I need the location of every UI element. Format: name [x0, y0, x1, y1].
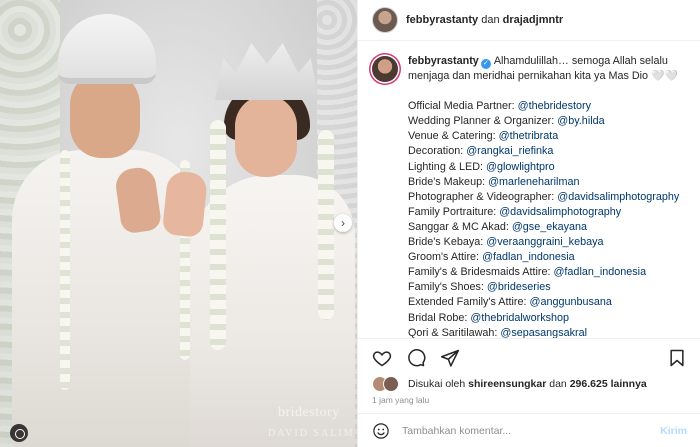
coauthor-username[interactable]: drajadjmntr: [503, 14, 564, 26]
likes-summary: Disukai oleh shireensungkar dan 296.625 …: [372, 376, 647, 392]
share-button[interactable]: [438, 346, 462, 370]
caption-credit-line: Sanggar & MC Akad: @gse_ekayana: [408, 220, 693, 235]
author-username[interactable]: febbyrastanty: [406, 14, 478, 26]
credit-label: Bride's Makeup:: [408, 175, 489, 188]
post-comment-button[interactable]: Kirim: [660, 425, 687, 437]
smiley-icon: [373, 422, 389, 439]
credit-label: Family's & Bridesmaids Attire:: [408, 266, 554, 279]
credit-handle-link[interactable]: @marleneharilman: [488, 176, 579, 188]
bride-face: [235, 95, 297, 177]
emoji-button[interactable]: [372, 422, 390, 440]
caption-credit-line: Photographer & Videographer: @davidsalim…: [408, 190, 693, 205]
credit-handle-link[interactable]: @davidsalimphotography: [499, 206, 621, 218]
caption-credit-line: Decoration: @rangkai_riefinka: [408, 144, 693, 159]
caption-credit-line: Wedding Planner & Organizer: @by.hilda: [408, 114, 693, 129]
credit-label: Family's Shoes:: [408, 281, 487, 294]
caption-credit-line: Bride's Makeup: @marleneharilman: [408, 175, 693, 190]
user-tag-icon[interactable]: [10, 424, 28, 442]
liker-avatar: [383, 376, 399, 392]
credit-handle-link[interactable]: @davidsalimphotography: [557, 191, 679, 203]
credit-handle-link[interactable]: @anggunbusana: [529, 296, 611, 308]
author-avatar[interactable]: [372, 7, 398, 33]
caption-credit-line: Family's & Bridesmaids Attire: @fadlan_i…: [408, 265, 693, 280]
credit-handle-link[interactable]: @fadlan_indonesia: [482, 251, 575, 263]
next-photo-button[interactable]: ›: [334, 214, 352, 232]
bride-hand: [161, 170, 209, 238]
caption-credit-line: Lighting & LED: @glowlightpro: [408, 160, 693, 175]
send-icon: [440, 349, 460, 367]
caption-credits: Official Media Partner: @thebridestory We…: [408, 99, 693, 338]
credit-handle-link[interactable]: @by.hilda: [557, 115, 604, 127]
authors-joiner: dan: [481, 14, 500, 26]
watermark-brand: bridestory: [278, 405, 340, 420]
credit-label: Family Portraiture:: [408, 205, 500, 218]
credit-label: Groom's Attire:: [408, 251, 483, 264]
comment-input[interactable]: [402, 424, 632, 437]
credit-label: Bride's Kebaya:: [408, 236, 487, 249]
likes-user[interactable]: shireensungkar: [468, 378, 546, 390]
caption-body: febbyrastanty ✓ Alhamdulillah… semoga Alla…: [408, 54, 693, 338]
caption-username[interactable]: febbyrastanty: [408, 55, 479, 67]
credit-handle-link[interactable]: @thebridalworkshop: [470, 312, 569, 324]
action-bar: [358, 338, 700, 376]
caption-credit-line: Family's Shoes: @brideseries: [408, 280, 693, 295]
bride-jasmine-strand-right: [318, 130, 334, 320]
post-header: febbyrastanty dan drajadjmntr: [358, 0, 700, 41]
caption-credit-line: Family Portraiture: @davidsalimphotograp…: [408, 205, 693, 220]
credit-label: Bridal Robe:: [408, 311, 471, 324]
credit-label: Sanggar & MC Akad:: [408, 220, 512, 233]
credit-handle-link[interactable]: @sepasangsakral: [500, 327, 587, 338]
likes-count[interactable]: 296.625 lainnya: [570, 378, 647, 390]
credit-handle-link[interactable]: @veraanggraini_kebaya: [486, 236, 603, 248]
post-photo[interactable]: bridestory DAVID SALIM ›: [0, 0, 357, 447]
comment-button[interactable]: [404, 346, 428, 370]
credit-handle-link[interactable]: @thebridestory: [518, 100, 591, 112]
caption-area[interactable]: febbyrastanty ✓ Alhamdulillah… semoga Alla…: [358, 41, 700, 338]
caption-credit-line: Bride's Kebaya: @veraanggraini_kebaya: [408, 235, 693, 250]
credit-label: Photographer & Videographer:: [408, 190, 558, 203]
credit-handle-link[interactable]: @rangkai_riefinka: [466, 145, 553, 157]
groom-jasmine-garland: [60, 150, 70, 390]
caption-credit-line: Venue & Catering: @thetribrata: [408, 129, 693, 144]
credit-label: Lighting & LED:: [408, 160, 487, 173]
credit-label: Official Media Partner:: [408, 100, 518, 113]
credit-label: Extended Family's Attire:: [408, 296, 530, 309]
comment-icon: [408, 348, 426, 366]
bookmark-icon: [670, 349, 684, 366]
heart-icon: [372, 350, 392, 366]
save-button[interactable]: [665, 346, 689, 370]
credit-handle-link[interactable]: @fadlan_indonesia: [553, 266, 646, 278]
post-timestamp[interactable]: 1 jam yang lalu: [372, 395, 429, 405]
bride-jasmine-strand-left: [210, 120, 226, 350]
caption-credit-line: Qori & Saritilawah: @sepasangsakral: [408, 326, 693, 338]
caption-author-avatar[interactable]: [372, 56, 398, 82]
post-authors: febbyrastanty dan drajadjmntr: [406, 14, 563, 26]
comment-bar: Kirim: [358, 413, 700, 447]
credit-label: Wedding Planner & Organizer:: [408, 115, 558, 128]
caption-credit-line: Groom's Attire: @fadlan_indonesia: [408, 250, 693, 265]
like-button[interactable]: [370, 346, 394, 370]
watermark-photographer: DAVID SALIM: [268, 428, 355, 439]
caption-credit-line: Bridal Robe: @thebridalworkshop: [408, 311, 693, 326]
credit-label: Venue & Catering:: [408, 130, 499, 143]
likes-prefix: Disukai oleh: [408, 378, 466, 390]
credit-label: Qori & Saritilawah:: [408, 326, 501, 338]
verified-badge-icon: ✓: [480, 59, 491, 69]
caption-credit-line: Official Media Partner: @thebridestory: [408, 99, 693, 114]
credit-label: Decoration:: [408, 145, 467, 158]
liker-avatars: [372, 376, 402, 392]
credit-handle-link[interactable]: @glowlightpro: [486, 161, 555, 173]
caption-credit-line: Extended Family's Attire: @anggunbusana: [408, 295, 693, 310]
caption-row: febbyrastanty ✓ Alhamdulillah… semoga Alla…: [372, 54, 687, 338]
credit-handle-link[interactable]: @gse_ekayana: [512, 221, 587, 233]
credit-handle-link[interactable]: @brideseries: [487, 281, 551, 293]
likes-joiner: dan: [549, 378, 567, 390]
post-side-panel: febbyrastanty dan drajadjmntr febbyrasta…: [357, 0, 700, 447]
credit-handle-link[interactable]: @thetribrata: [499, 130, 559, 142]
